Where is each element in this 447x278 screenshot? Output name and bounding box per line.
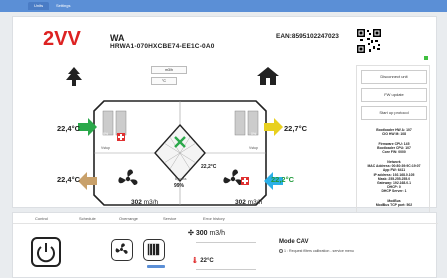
filter-mode-button[interactable] (143, 239, 165, 261)
temp-extract: 22,2°C (271, 175, 295, 184)
temp-supply: 22,7°C (284, 124, 308, 133)
device-title: WA (110, 33, 125, 43)
top-bar: Units Settings (0, 0, 447, 12)
flow-unit-selector[interactable]: m3/h (151, 66, 187, 74)
info-firmware: Firmware CPU: 145 Bootloader CPU: 107 Core… (377, 142, 411, 155)
thermometer-icon: 🌡 (191, 258, 199, 264)
unit-card: 2VV WA HRWA1-070HXCBE74-EE1C-0A0 EAN:859… (12, 16, 437, 220)
ean-code: EAN:8595102247023 (276, 33, 339, 40)
filter-left-pct: 0% (103, 132, 109, 136)
house-icon (257, 67, 279, 85)
tab-overrange[interactable]: Overrange (119, 216, 138, 221)
startup-protocol-button[interactable]: Start up protocol (361, 106, 427, 120)
fan-icon (115, 243, 128, 254)
device-model: HRWA1-070HXCBE74-EE1C-0A0 (110, 43, 215, 50)
tab-schedule[interactable]: Schedule (79, 216, 96, 221)
filter-right-pct: 0% (251, 132, 257, 136)
power-icon (37, 243, 55, 263)
temp-exhaust: 22,4°C (57, 175, 81, 184)
temp-outdoor: 22,4°C (57, 124, 81, 133)
mode-option[interactable]: 1 : Request filters calibration - servic… (279, 249, 354, 254)
flow-setpoint[interactable]: ✣ 300 m3/h (188, 229, 225, 237)
fan-small-icon: ✣ (188, 230, 194, 237)
filter-left-label: Vstup (101, 146, 110, 150)
tab-service[interactable]: Service (163, 216, 176, 221)
heat-recovery-diagram (78, 100, 283, 206)
filter-right-label: Vstup (249, 146, 258, 150)
temp-unit-selector[interactable]: °C (151, 77, 177, 85)
filter-icon (147, 243, 160, 256)
info-modbus: ModBus ModBus TCP port: 502 (375, 199, 413, 208)
tab-units[interactable]: Units (28, 2, 50, 10)
disconnect-unit-button[interactable]: Disconnect unit (361, 70, 427, 84)
fw-update-button[interactable]: FW update (361, 88, 427, 102)
flow-slider-track[interactable] (196, 242, 256, 243)
temp-slider-track[interactable] (196, 269, 256, 270)
tab-control[interactable]: Control (35, 216, 48, 221)
brand-logo: 2VV (43, 28, 81, 49)
tab-divider (13, 223, 438, 224)
status-indicator (424, 56, 428, 60)
temp-setpoint[interactable]: 🌡 22°C (191, 257, 214, 264)
bypass-label: Bypass (175, 177, 187, 181)
power-button[interactable] (31, 237, 61, 267)
radio-icon (279, 249, 283, 254)
tree-icon (66, 67, 82, 86)
info-network: Network MAC Address: 00:80:39:9C:19:07 App… (367, 160, 421, 194)
info-bootloader: Bootloader HW A: 107 CIO HW M: 108 (376, 128, 412, 137)
flow-left: 302 m3/h (131, 199, 159, 206)
control-panel: Control Schedule Overrange Service Error… (12, 212, 438, 278)
flow-right: 302 m3/h (235, 199, 263, 206)
tab-error-history[interactable]: Error history (203, 216, 225, 221)
fan-mode-button[interactable] (111, 239, 133, 261)
temp-exchanger: 22,2°C (201, 164, 217, 170)
svg-text:2VV: 2VV (43, 28, 81, 49)
efficiency-value: 99% (174, 183, 185, 189)
qr-code (356, 28, 382, 54)
mode-title: Mode CAV (279, 239, 309, 245)
mode-indicator (147, 265, 165, 268)
tab-settings[interactable]: Settings (50, 2, 76, 10)
side-panel: Disconnect unit FW update Start up proto… (356, 65, 430, 220)
